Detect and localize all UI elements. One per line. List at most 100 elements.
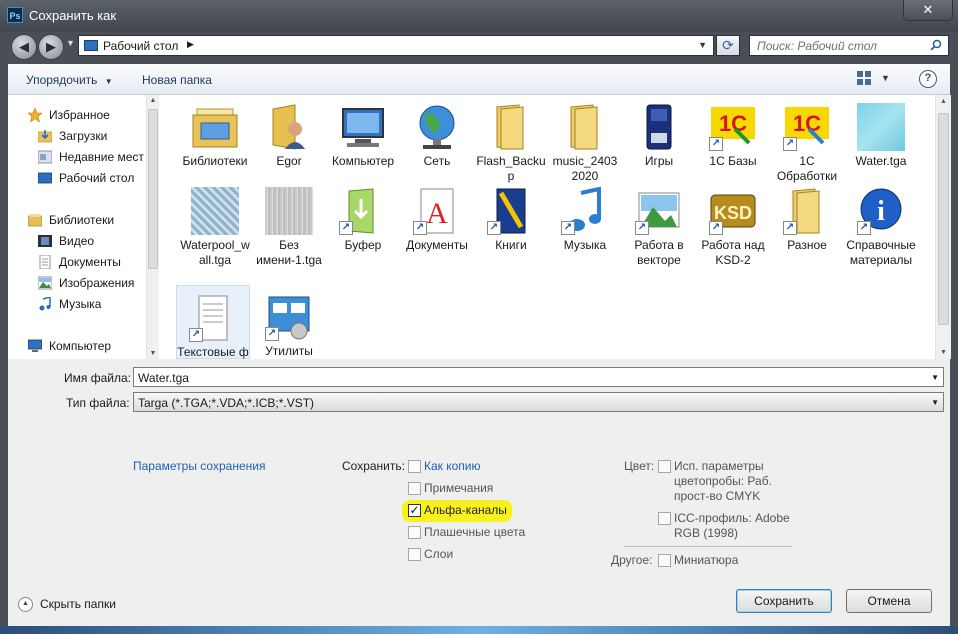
document-shortcut-icon: A ↗ bbox=[413, 187, 461, 235]
scroll-up-icon[interactable]: ▲ bbox=[147, 97, 159, 104]
file-item[interactable]: Игры bbox=[622, 95, 696, 169]
icc-profile-checkbox[interactable] bbox=[658, 512, 671, 525]
shortcut-arrow-icon: ↗ bbox=[783, 221, 797, 235]
file-item[interactable]: ↗ Книги bbox=[474, 179, 548, 253]
layers-label: Слои bbox=[424, 547, 454, 561]
file-name: 1С Базы bbox=[709, 154, 757, 168]
view-options-icon[interactable] bbox=[857, 71, 871, 85]
network-globe-icon bbox=[413, 103, 461, 151]
sidebar-item-music[interactable]: Музыка bbox=[8, 294, 146, 314]
chevron-down-icon: ▼ bbox=[104, 77, 113, 86]
sidebar-item-label: Недавние мест bbox=[59, 150, 144, 164]
sidebar-item-recent[interactable]: Недавние мест bbox=[8, 147, 146, 167]
svg-text:A: A bbox=[426, 197, 448, 230]
file-item[interactable]: A ↗ Документы bbox=[400, 179, 474, 253]
file-item[interactable]: Egor bbox=[252, 95, 326, 169]
new-folder-button[interactable]: Новая папка bbox=[142, 73, 212, 87]
file-item[interactable]: ↗ Буфер bbox=[326, 179, 400, 253]
file-item[interactable]: ↗ Разное bbox=[770, 179, 844, 253]
file-item[interactable]: Библиотеки bbox=[178, 95, 252, 169]
sidebar-scrollbar[interactable]: ▲ ▼ bbox=[146, 95, 159, 359]
proof-setup-checkbox[interactable] bbox=[658, 460, 671, 473]
as-copy-label[interactable]: Как копию bbox=[424, 459, 481, 473]
file-item[interactable]: ↗ Музыка bbox=[548, 179, 622, 253]
sidebar-item-label: Рабочий стол bbox=[59, 171, 135, 185]
file-name: Разное bbox=[787, 238, 827, 252]
filetype-label: Тип файла: bbox=[66, 396, 130, 410]
as-copy-checkbox[interactable] bbox=[408, 460, 421, 473]
history-dropdown-icon[interactable]: ▼ bbox=[66, 38, 75, 48]
file-item[interactable]: ↗ Работа в векторе bbox=[622, 179, 696, 268]
sidebar-item-libraries[interactable]: Библиотеки bbox=[8, 210, 146, 230]
alpha-channels-label: Альфа-каналы bbox=[424, 503, 507, 517]
proof-setup-line2: цветопробы: Раб. bbox=[674, 474, 772, 488]
filetype-select[interactable]: Targa (*.TGA;*.VDA;*.ICB;*.VST) ▼ bbox=[133, 392, 944, 412]
chevron-down-icon[interactable]: ▼ bbox=[698, 40, 707, 50]
alpha-channels-checkbox[interactable]: ✓ bbox=[408, 504, 421, 517]
sidebar-item-label: Документы bbox=[59, 255, 121, 269]
sidebar-item-desktop[interactable]: Рабочий стол bbox=[8, 168, 146, 188]
address-bar[interactable]: Рабочий стол ▶ ▼ bbox=[78, 35, 714, 56]
file-item[interactable]: i ↗ Справочные материалы bbox=[844, 179, 918, 268]
organize-menu[interactable]: Упорядочить ▼ bbox=[26, 73, 113, 87]
shortcut-arrow-icon: ↗ bbox=[857, 221, 871, 235]
sidebar-item-video[interactable]: Видео bbox=[8, 231, 146, 251]
sidebar-item-documents[interactable]: Документы bbox=[8, 252, 146, 272]
shortcut-arrow-icon: ↗ bbox=[709, 221, 723, 235]
save-button[interactable]: Сохранить bbox=[736, 589, 832, 613]
folder-icon bbox=[561, 103, 609, 151]
file-item[interactable]: Без имени-1.tga bbox=[252, 179, 326, 268]
help-button[interactable]: ? bbox=[919, 70, 937, 88]
filename-input[interactable]: Water.tga ▼ bbox=[133, 367, 944, 387]
notes-checkbox[interactable] bbox=[408, 482, 421, 495]
file-item[interactable]: ↗ Текстовые ф bbox=[176, 285, 250, 359]
music-shortcut-icon: ↗ bbox=[561, 186, 609, 235]
shortcut-arrow-icon: ↗ bbox=[635, 221, 649, 235]
forward-button[interactable]: ▶ bbox=[38, 34, 64, 60]
file-item[interactable]: ↗ Утилиты bbox=[252, 285, 326, 359]
sidebar-item-label: Музыка bbox=[59, 297, 102, 311]
svg-text:KSD: KSD bbox=[714, 203, 752, 223]
scroll-up-icon[interactable]: ▲ bbox=[936, 98, 951, 105]
file-item[interactable]: Flash_Backup bbox=[474, 95, 548, 184]
file-item[interactable]: Сеть bbox=[400, 95, 474, 169]
chevron-down-icon[interactable]: ▼ bbox=[931, 398, 939, 407]
dialog-title: Сохранить как bbox=[29, 8, 117, 23]
back-button[interactable]: ◀ bbox=[11, 34, 37, 60]
file-item[interactable]: Компьютер bbox=[326, 95, 400, 169]
files-scrollbar[interactable]: ▲ ▼ bbox=[935, 95, 951, 359]
refresh-button[interactable]: ⟳ bbox=[716, 35, 740, 56]
file-item[interactable]: 1C ↗ 1С Базы bbox=[696, 95, 770, 169]
file-item[interactable]: KSD ↗ Работа над KSD-2 bbox=[696, 179, 770, 268]
downloads-icon bbox=[37, 129, 53, 143]
cancel-button[interactable]: Отмена bbox=[846, 589, 932, 613]
sidebar-item-label: Загрузки bbox=[59, 129, 108, 143]
chevron-right-icon[interactable]: ▶ bbox=[187, 39, 194, 50]
svg-text:1C: 1C bbox=[793, 111, 821, 136]
sidebar-item-favorites[interactable]: Избранное bbox=[8, 105, 146, 125]
other-label: Другое: bbox=[611, 553, 653, 567]
file-name: Утилиты bbox=[265, 344, 313, 358]
shortcut-arrow-icon: ↗ bbox=[413, 221, 427, 235]
spot-colors-checkbox[interactable] bbox=[408, 526, 421, 539]
sidebar-item-computer[interactable]: Компьютер bbox=[8, 336, 146, 356]
scroll-down-icon[interactable]: ▼ bbox=[147, 350, 159, 357]
file-item[interactable]: Water.tga bbox=[844, 95, 918, 169]
sidebar-item-images[interactable]: Изображения bbox=[8, 273, 146, 293]
chevron-down-icon[interactable]: ▼ bbox=[881, 73, 890, 83]
sidebar-item-downloads[interactable]: Загрузки bbox=[8, 126, 146, 146]
scrollbar-thumb[interactable] bbox=[148, 109, 158, 269]
thumbnail-checkbox[interactable] bbox=[658, 554, 671, 567]
scroll-down-icon[interactable]: ▼ bbox=[936, 349, 951, 356]
music-icon bbox=[38, 296, 52, 311]
search-input[interactable]: Поиск: Рабочий стол bbox=[749, 35, 949, 56]
file-item[interactable]: Waterpool_wall.tga bbox=[178, 179, 252, 268]
chevron-down-icon[interactable]: ▼ bbox=[931, 373, 939, 382]
file-item[interactable]: 1C ↗ 1С Обработки bbox=[770, 95, 844, 184]
close-button[interactable]: ✕ bbox=[903, 0, 953, 21]
save-options-link[interactable]: Параметры сохранения bbox=[133, 459, 265, 473]
layers-checkbox[interactable] bbox=[408, 548, 421, 561]
file-item[interactable]: music_2403 2020 bbox=[548, 95, 622, 184]
scrollbar-thumb[interactable] bbox=[938, 113, 949, 325]
file-name: Работа в векторе bbox=[634, 238, 684, 267]
